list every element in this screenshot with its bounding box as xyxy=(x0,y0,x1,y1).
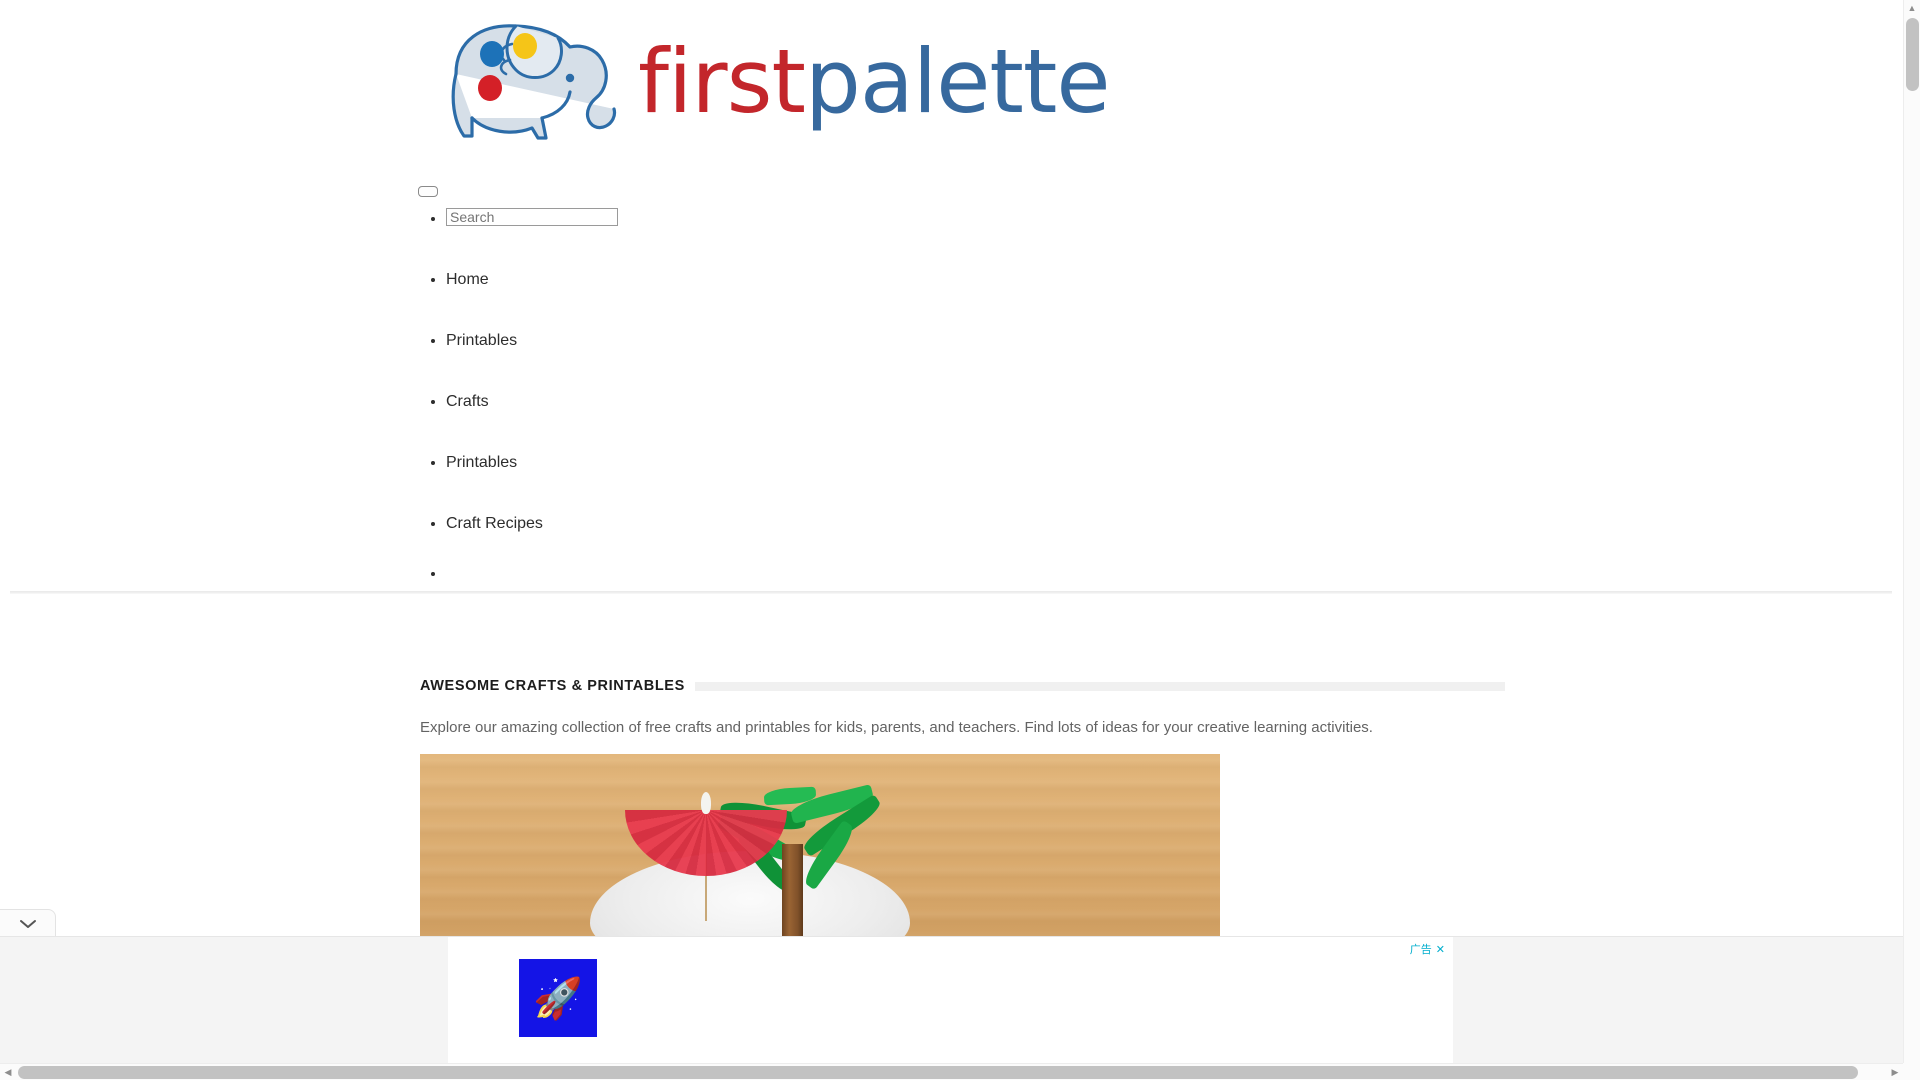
main-navigation-list: Home Printables Crafts Printables Craft … xyxy=(420,200,618,572)
rocket-icon: 🚀 xyxy=(533,976,583,1021)
scroll-up-glyph: ▲ xyxy=(1907,2,1917,13)
logo-word-palette: palette xyxy=(804,30,1111,133)
horizontal-scrollbar-thumb[interactable] xyxy=(18,1066,1858,1079)
scrollbar-corner xyxy=(1903,1063,1920,1080)
ad-label-text: 广告 xyxy=(1409,943,1432,956)
section-description: Explore our amazing collection of free c… xyxy=(420,719,1373,736)
nav-item-printables[interactable]: Printables xyxy=(446,331,618,351)
vertical-scrollbar-thumb[interactable] xyxy=(1906,18,1919,91)
photo-palm-trunk xyxy=(782,844,803,941)
page-root: firstpalette Home Printables Crafts Prin… xyxy=(0,0,1920,1080)
search-input[interactable] xyxy=(446,207,618,226)
nav-item-craft-recipes[interactable]: Craft Recipes xyxy=(446,514,618,534)
ad-banner: 广告 ✕ 🚀 小火箭机场节点购买 专业梯子，海外网络，支持Chat GPT、多种… xyxy=(0,936,1903,1063)
logo-wordmark: firstpalette xyxy=(638,32,1110,132)
section-header: AWESOME CRAFTS & PRINTABLES xyxy=(420,678,1505,696)
vertical-scrollbar[interactable]: ▲ xyxy=(1903,0,1920,1063)
browser-viewport: firstpalette Home Printables Crafts Prin… xyxy=(0,0,1903,1063)
menu-toggle-button[interactable] xyxy=(418,186,438,197)
nav-link-craft-recipes[interactable]: Craft Recipes xyxy=(446,515,543,532)
scroll-right-glyph: ▶ xyxy=(1891,1066,1899,1077)
collapse-tab-button[interactable] xyxy=(0,909,56,937)
close-icon[interactable]: ✕ xyxy=(1436,944,1445,955)
logo-word-first: first xyxy=(638,30,806,133)
nav-item-empty[interactable] xyxy=(446,564,618,572)
ad-thumbnail: 🚀 xyxy=(519,959,597,1037)
site-logo[interactable]: firstpalette xyxy=(420,14,1165,149)
photo-umbrella-top xyxy=(701,792,711,814)
elephant-palette-logo-icon xyxy=(451,24,617,140)
chevron-down-icon xyxy=(19,919,36,928)
page-title: AWESOME CRAFTS & PRINTABLES xyxy=(420,678,695,694)
nav-item-printables-2[interactable]: Printables xyxy=(446,453,618,473)
nav-item-home[interactable]: Home xyxy=(446,270,618,290)
nav-link-printables-2[interactable]: Printables xyxy=(446,454,517,471)
featured-craft-photo[interactable] xyxy=(420,754,1220,941)
nav-item-crafts[interactable]: Crafts xyxy=(446,392,618,412)
ad-label-group: 广告 ✕ xyxy=(1410,941,1445,957)
header-divider xyxy=(10,591,1892,594)
nav-link-crafts[interactable]: Crafts xyxy=(446,393,489,410)
horizontal-scrollbar[interactable]: ◀ ▶ xyxy=(0,1063,1903,1080)
nav-link-home[interactable]: Home xyxy=(446,271,489,288)
nav-item-search xyxy=(446,207,618,229)
scroll-left-glyph: ◀ xyxy=(4,1066,12,1077)
scroll-left-arrow-icon[interactable]: ◀ xyxy=(0,1064,16,1080)
scroll-right-arrow-icon[interactable]: ▶ xyxy=(1887,1064,1903,1080)
main-content: AWESOME CRAFTS & PRINTABLES Explore our … xyxy=(420,678,1505,736)
ad-card[interactable]: 广告 ✕ 🚀 xyxy=(448,937,1453,1063)
scroll-up-arrow-icon[interactable]: ▲ xyxy=(1904,0,1920,16)
nav-link-printables[interactable]: Printables xyxy=(446,332,517,349)
